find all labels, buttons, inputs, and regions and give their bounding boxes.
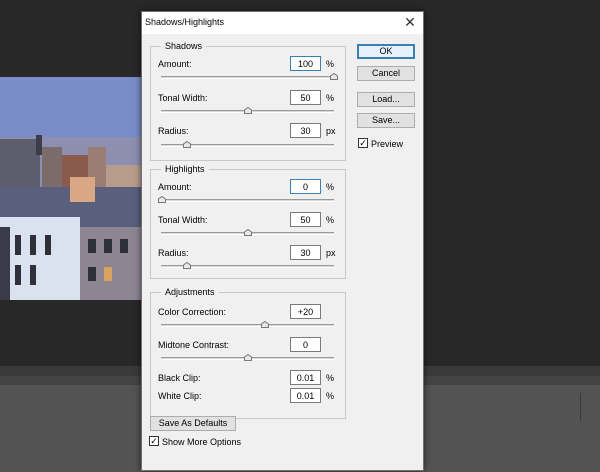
shadows-amount-unit: % [326,59,335,69]
highlights-amount-slider[interactable] [161,199,334,202]
midtone-contrast-label: Midtone Contrast: [158,340,230,350]
load-button[interactable]: Load... [357,92,415,107]
save-as-defaults-button[interactable]: Save As Defaults [150,416,236,431]
shadows-radius-label: Radius: [158,126,189,136]
black-clip-input[interactable] [290,370,321,385]
highlights-radius-label: Radius: [158,248,189,258]
dialog-title: Shadows/Highlights [145,17,225,27]
white-clip-input[interactable] [290,388,321,403]
show-more-options-label: Show More Options [162,437,242,447]
highlights-amount-input[interactable] [290,179,321,194]
color-correction-slider-handle[interactable] [261,321,269,328]
highlights-radius-unit: px [326,248,336,258]
cityscape-image [0,77,141,300]
shadows-amount-input[interactable] [290,56,321,71]
show-more-options-checkbox[interactable]: ✓ [149,436,159,446]
highlights-amount-label: Amount: [158,182,192,192]
shadows-radius-slider-handle[interactable] [183,141,191,148]
highlights-tonal-width-input[interactable] [290,212,321,227]
panel-divider [580,393,581,421]
shadows-tonal-width-unit: % [326,93,335,103]
black-clip-unit: % [326,373,335,383]
highlights-group-title: Highlights [161,164,209,174]
black-clip-label: Black Clip: [158,373,201,383]
shadows-tonal-width-slider-handle[interactable] [244,107,252,114]
ok-button[interactable]: OK [357,44,415,59]
midtone-contrast-slider-handle[interactable] [244,354,252,361]
shadows-group: Shadows Amount: % Tonal Width: % Radius:… [150,41,346,161]
preview-checkbox[interactable]: ✓ [358,138,368,148]
adjustments-group: Adjustments Color Correction: Midtone Co… [150,287,346,419]
shadows-highlights-dialog: Shadows/Highlights ✕ Shadows Amount: % T… [141,11,424,471]
highlights-radius-input[interactable] [290,245,321,260]
adjustments-group-title: Adjustments [161,287,219,297]
save-button[interactable]: Save... [357,113,415,128]
shadows-radius-input[interactable] [290,123,321,138]
white-clip-label: White Clip: [158,391,202,401]
shadows-amount-slider-handle[interactable] [330,73,338,80]
dialog-titlebar[interactable]: Shadows/Highlights ✕ [142,12,423,34]
cancel-button[interactable]: Cancel [357,66,415,81]
highlights-radius-slider-handle[interactable] [183,262,191,269]
white-clip-unit: % [326,391,335,401]
midtone-contrast-input[interactable] [290,337,321,352]
shadows-amount-label: Amount: [158,59,192,69]
shadows-group-title: Shadows [161,41,207,51]
shadows-tonal-width-input[interactable] [290,90,321,105]
highlights-tonal-width-slider-handle[interactable] [244,229,252,236]
shadows-tonal-width-label: Tonal Width: [158,93,208,103]
highlights-amount-slider-handle[interactable] [158,196,166,203]
highlights-tonal-width-unit: % [326,215,335,225]
highlights-tonal-width-label: Tonal Width: [158,215,208,225]
color-correction-slider[interactable] [161,324,334,327]
preview-label: Preview [371,139,404,149]
close-icon[interactable]: ✕ [401,13,419,31]
color-correction-input[interactable] [290,304,321,319]
shadows-amount-slider[interactable] [161,76,334,79]
color-correction-label: Color Correction: [158,307,227,317]
canvas-image [0,77,141,300]
shadows-radius-unit: px [326,126,336,136]
highlights-group: Highlights Amount: % Tonal Width: % Radi… [150,164,346,279]
highlights-amount-unit: % [326,182,335,192]
